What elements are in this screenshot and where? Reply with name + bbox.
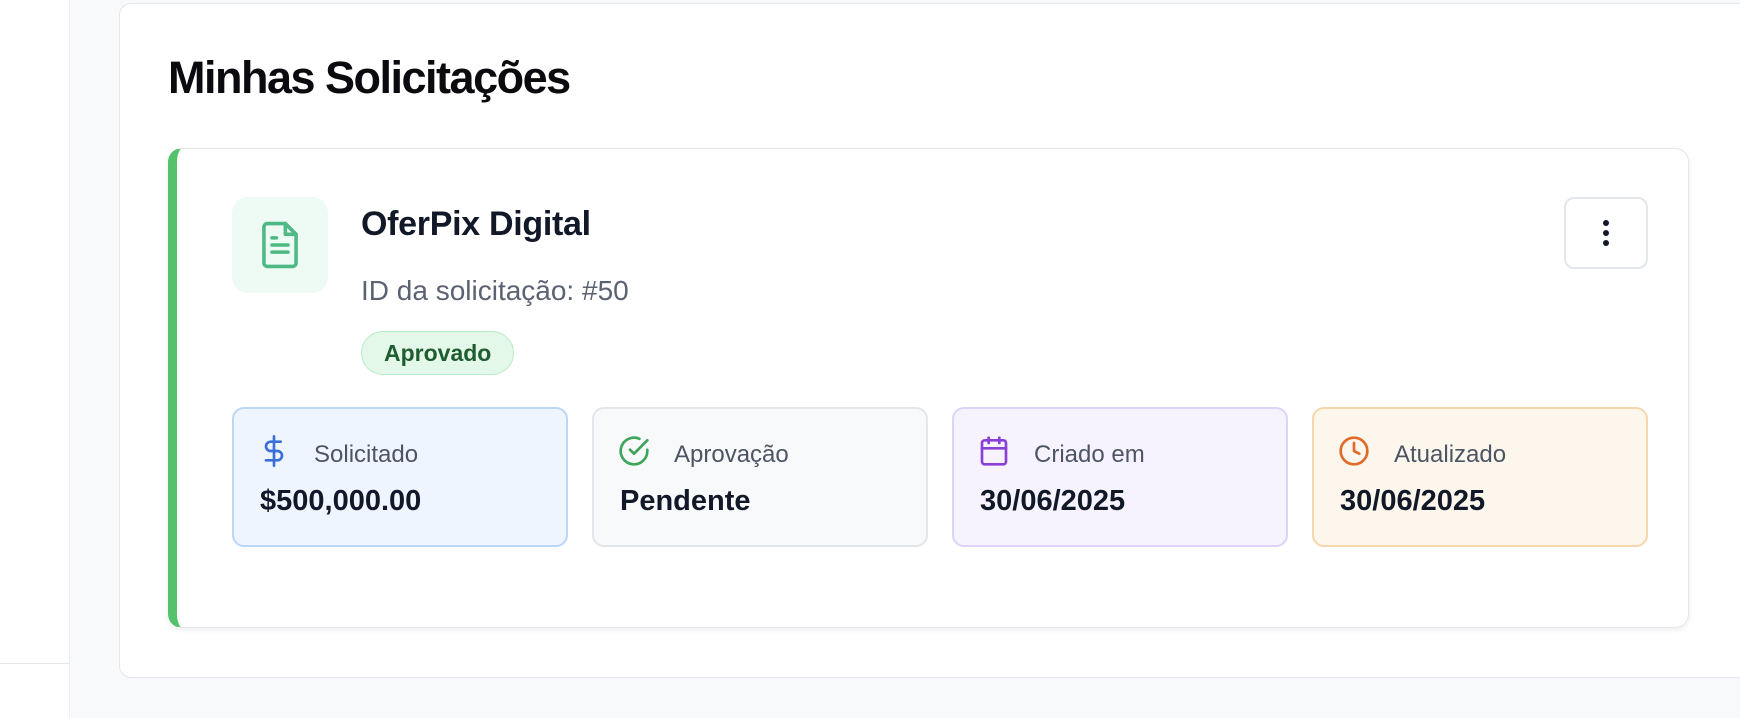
stat-updated: Atualizado 30/06/2025 xyxy=(1312,407,1648,547)
stat-updated-value: 30/06/2025 xyxy=(1340,485,1486,517)
status-badge: Aprovado xyxy=(361,331,515,375)
dollar-icon xyxy=(264,435,284,467)
sidebar xyxy=(0,0,70,718)
request-card[interactable]: OferPix Digital ID da solicitação: #50 A… xyxy=(168,148,1689,628)
stat-requested-value: $500,000.00 xyxy=(260,485,422,517)
stat-created-label: Criado em xyxy=(1034,441,1145,468)
page-title: Minhas Solicitações xyxy=(168,52,571,103)
calendar-icon xyxy=(980,436,1008,466)
stat-updated-label: Atualizado xyxy=(1394,441,1507,468)
more-options-button[interactable] xyxy=(1564,197,1648,269)
stat-approval-label: Aprovação xyxy=(674,441,789,468)
document-icon xyxy=(232,197,328,293)
stat-requested-label: Solicitado xyxy=(314,441,419,468)
check-circle-icon xyxy=(619,436,649,466)
more-vertical-icon xyxy=(1603,220,1609,246)
stat-approval: Aprovação Pendente xyxy=(592,407,928,547)
stat-created: Criado em 30/06/2025 xyxy=(952,407,1288,547)
stat-requested: Solicitado $500,000.00 xyxy=(232,407,568,547)
clock-icon xyxy=(1339,436,1369,466)
sidebar-divider xyxy=(0,663,70,664)
stat-created-value: 30/06/2025 xyxy=(980,485,1126,517)
request-name: OferPix Digital xyxy=(361,205,591,243)
stat-approval-value: Pendente xyxy=(620,485,751,517)
request-id: ID da solicitação: #50 xyxy=(361,275,629,306)
